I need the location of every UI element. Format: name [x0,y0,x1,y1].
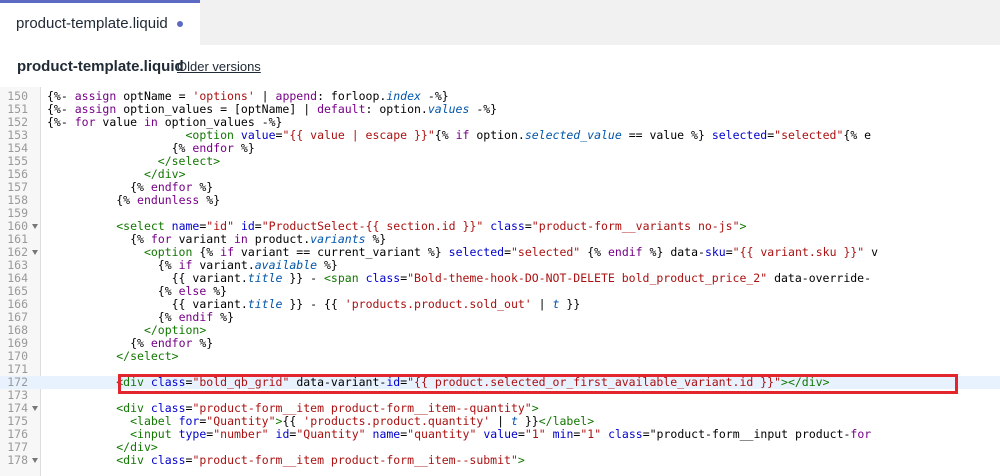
tab-bar: product-template.liquid [0,0,1000,45]
tab-product-template[interactable]: product-template.liquid [0,0,200,45]
fold-arrow-icon[interactable] [32,406,38,411]
fold-arrow-icon[interactable] [32,224,38,229]
code-line[interactable]: 170 </select> [0,350,1000,363]
code-text: </select> [116,349,179,363]
code-text: {% endunless %} [116,193,221,207]
unsaved-dot-icon [177,21,183,27]
older-versions-link[interactable]: Older versions [177,59,261,74]
fold-arrow-icon[interactable] [32,250,38,255]
tab-label: product-template.liquid [16,15,168,32]
line-number: 178 [7,453,28,467]
file-title: product-template.liquid [17,58,184,75]
fold-arrow-icon[interactable] [32,458,38,463]
code-line[interactable]: 158 {% endunless %} [0,194,1000,207]
code-text: <input type="number" id="Quantity" name=… [130,427,872,441]
code-line[interactable]: 178 <div class="product-form__item produ… [0,454,1000,467]
code-text: <div class="product-form__item product-f… [116,453,525,467]
file-header: product-template.liquid Older versions [0,45,1000,87]
highlight-annotation-box [118,374,958,394]
code-editor[interactable]: 150 {%- assign optName = 'options' | appe… [0,87,1000,476]
